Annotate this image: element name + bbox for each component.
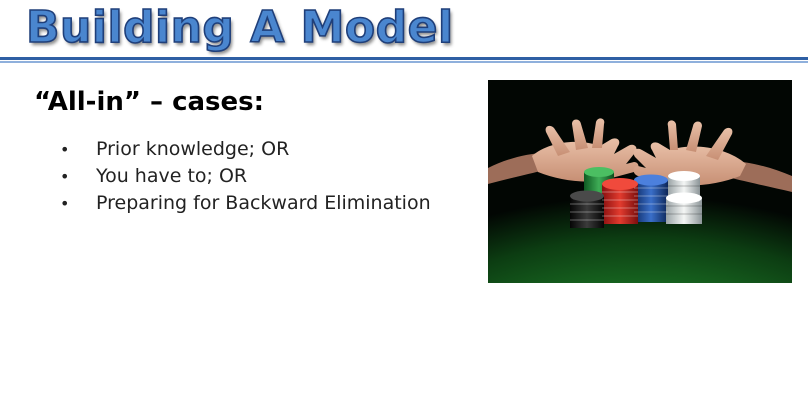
bullet-text: Prior knowledge; OR xyxy=(96,138,290,160)
hands-pushing-poker-chips-icon xyxy=(488,80,792,283)
bullet-icon: • xyxy=(60,140,70,159)
slide-title: Building A Model xyxy=(25,1,454,54)
title-underline xyxy=(0,57,808,60)
bullet-icon: • xyxy=(60,194,70,213)
bullet-text: Preparing for Backward Elimination xyxy=(96,192,431,214)
title-underline-accent xyxy=(0,61,808,63)
bullet-icon: • xyxy=(60,167,70,186)
bullet-item: • Preparing for Backward Elimination xyxy=(60,192,431,219)
poker-chips-photo xyxy=(488,80,792,283)
bullet-item: • You have to; OR xyxy=(60,165,431,192)
slide: Building A Model “All-in” – cases: • Pri… xyxy=(0,0,808,400)
bullet-text: You have to; OR xyxy=(96,165,248,187)
bullet-list: • Prior knowledge; OR • You have to; OR … xyxy=(60,138,431,219)
section-heading: “All-in” – cases: xyxy=(34,87,265,117)
bullet-item: • Prior knowledge; OR xyxy=(60,138,431,165)
